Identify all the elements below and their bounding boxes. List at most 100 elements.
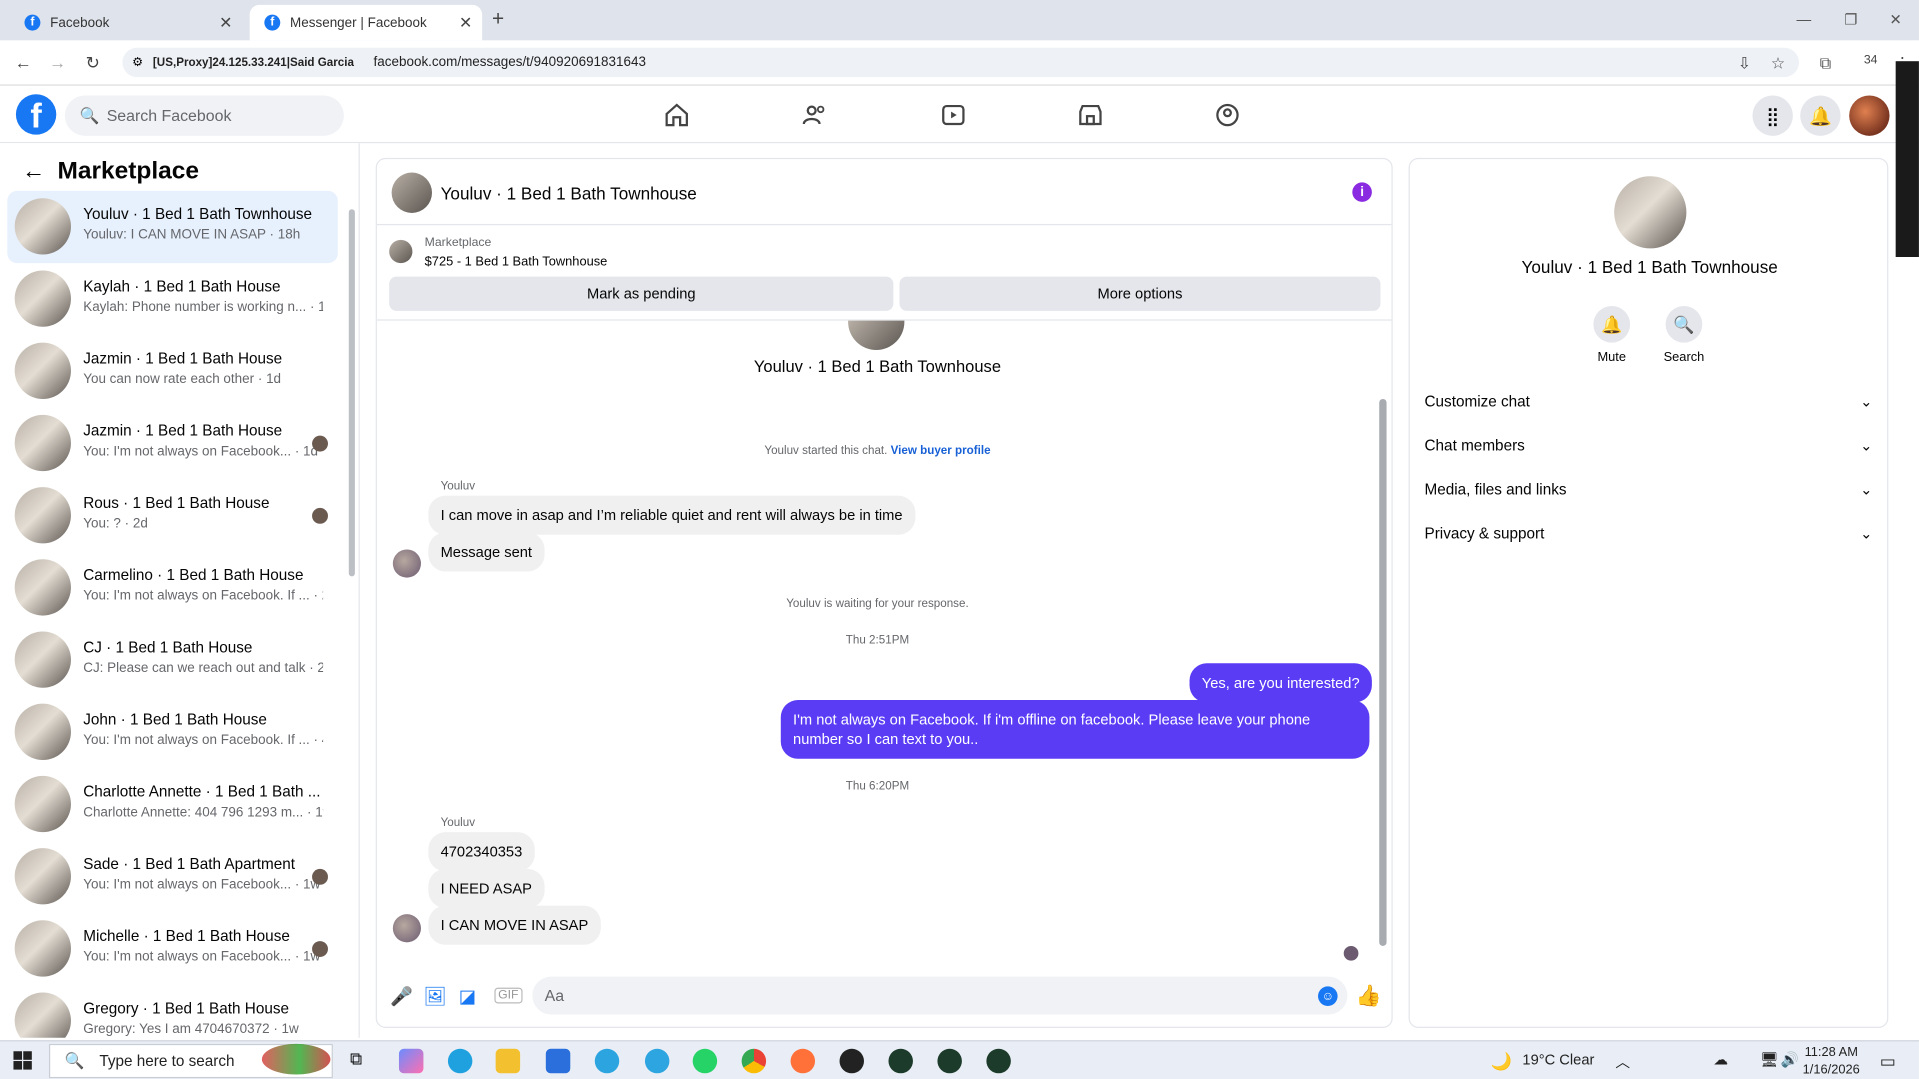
site-settings-icon[interactable]: ⚙ xyxy=(132,56,143,69)
conversation-item[interactable]: John · 1 Bed 1 Bath House You: I'm not al… xyxy=(7,696,337,768)
attach-photo-icon[interactable]: 🖼 xyxy=(423,985,446,1007)
chrome-icon[interactable] xyxy=(741,1048,767,1074)
firefox-icon[interactable] xyxy=(790,1048,816,1074)
reload-icon[interactable]: ↻ xyxy=(86,53,100,74)
close-tab-icon[interactable]: ✕ xyxy=(459,13,472,33)
privacy-support-row[interactable]: Privacy & support ⌄ xyxy=(1425,512,1875,556)
info-icon[interactable]: i xyxy=(1352,182,1372,202)
customize-chat-row[interactable]: Customize chat ⌄ xyxy=(1425,379,1875,423)
listing-price[interactable]: $725 - 1 Bed 1 Bath Townhouse xyxy=(425,255,608,270)
app-icon[interactable] xyxy=(937,1048,962,1074)
chevron-down-icon: ⌄ xyxy=(1860,392,1873,410)
incoming-message[interactable]: I CAN MOVE IN ASAP xyxy=(428,905,601,945)
media-files-links-row[interactable]: Media, files and links ⌄ xyxy=(1425,467,1875,511)
network-icon[interactable]: 🖥 xyxy=(1760,1051,1779,1068)
whatsapp-icon[interactable] xyxy=(692,1048,718,1074)
conversation-item[interactable]: Gregory · 1 Bed 1 Bath House Gregory: Yes… xyxy=(7,985,337,1038)
minimize-icon[interactable]: — xyxy=(1797,11,1812,28)
app-icon[interactable] xyxy=(888,1048,913,1074)
microphone-icon[interactable]: 🎤 xyxy=(390,985,413,1007)
omnibox[interactable]: ⚙ [US,Proxy]24.125.33.241|Said Garcia fa… xyxy=(122,47,1799,78)
video-icon[interactable] xyxy=(940,102,967,129)
chat-avatar[interactable] xyxy=(391,172,433,213)
mute-button[interactable]: 🔔 Mute xyxy=(1575,305,1648,365)
conversation-item[interactable]: Rous · 1 Bed 1 Bath House You: ? · 2d xyxy=(7,480,337,552)
menu-grid-icon[interactable]: ⣿ xyxy=(1752,95,1793,136)
screen: f Facebook ✕ f Messenger | Facebook ✕ + … xyxy=(0,0,1919,1079)
windows-start-icon[interactable] xyxy=(13,1051,32,1070)
outlook-icon[interactable] xyxy=(545,1048,571,1074)
gif-icon[interactable]: GIF xyxy=(494,987,523,1004)
conversation-item[interactable]: Jazmin · 1 Bed 1 Bath House You: I'm not … xyxy=(7,408,337,480)
telegram-icon[interactable] xyxy=(644,1048,670,1074)
close-window-icon[interactable]: ✕ xyxy=(1890,11,1902,28)
sticker-icon[interactable]: ◪ xyxy=(459,985,476,1007)
chat-scrollbar[interactable] xyxy=(1379,398,1387,946)
tab-search-icon[interactable]: ⧉ xyxy=(1820,54,1831,74)
facebook-search[interactable]: 🔍 Search Facebook xyxy=(64,95,344,136)
app-icon[interactable] xyxy=(839,1048,865,1074)
task-view-icon[interactable]: ⧉ xyxy=(350,1049,374,1073)
bookmark-star-icon[interactable]: ☆ xyxy=(1771,54,1785,74)
outgoing-message[interactable]: I'm not always on Facebook. If i'm offli… xyxy=(780,700,1370,759)
sidebar-scrollbar[interactable] xyxy=(348,209,355,577)
app-icon[interactable] xyxy=(594,1048,620,1074)
marketplace-icon[interactable] xyxy=(1077,102,1104,129)
search-icon: 🔍 xyxy=(79,105,100,125)
new-tab-icon[interactable]: + xyxy=(492,7,504,31)
taskbar-clock[interactable]: 11:28 AM 1/16/2026 xyxy=(1803,1044,1860,1078)
incoming-message[interactable]: 4702340353 xyxy=(428,832,535,872)
url-text[interactable]: facebook.com/messages/t/940920691831643 xyxy=(374,55,646,70)
restore-icon[interactable]: ❐ xyxy=(1844,11,1857,28)
conversation-item[interactable]: Youluv · 1 Bed 1 Bath Townhouse Youluv: I… xyxy=(7,190,338,264)
outgoing-message[interactable]: Yes, are you interested? xyxy=(1189,663,1372,703)
install-app-icon[interactable]: ⇩ xyxy=(1738,54,1751,74)
forward-icon[interactable]: → xyxy=(49,53,66,73)
onedrive-icon[interactable]: ☁ xyxy=(1713,1051,1728,1068)
home-icon[interactable] xyxy=(663,102,690,129)
conversation-item[interactable]: Charlotte Annette · 1 Bed 1 Bath ... Char… xyxy=(7,769,337,841)
tab-facebook[interactable]: f Facebook ✕ xyxy=(10,5,243,40)
back-arrow-icon[interactable]: ← xyxy=(22,158,45,185)
sender-avatar xyxy=(392,914,421,943)
search-button[interactable]: 🔍 Search xyxy=(1647,305,1720,365)
tab-messenger[interactable]: f Messenger | Facebook ✕ xyxy=(249,4,483,41)
mark-as-pending-button[interactable]: Mark as pending xyxy=(389,276,894,311)
notification-center-icon[interactable]: ▭ xyxy=(1880,1051,1896,1072)
conversation-item[interactable]: Kaylah · 1 Bed 1 Bath House Kaylah: Phone… xyxy=(7,263,337,335)
conversation-preview: Gregory: Yes I am 4704670372 · 1w xyxy=(83,1021,299,1037)
volume-icon[interactable]: 🔊 xyxy=(1781,1051,1799,1068)
incoming-message[interactable]: I NEED ASAP xyxy=(428,868,545,909)
conversation-item[interactable]: Sade · 1 Bed 1 Bath Apartment You: I'm no… xyxy=(7,841,337,913)
notifications-bell-icon[interactable]: 🔔 xyxy=(1800,95,1841,136)
incoming-message[interactable]: I can move in asap and I’m reliable quie… xyxy=(428,495,915,535)
profile-avatar[interactable] xyxy=(1849,95,1890,136)
friends-icon[interactable] xyxy=(802,102,829,129)
chat-members-row[interactable]: Chat members ⌄ xyxy=(1425,423,1875,467)
close-tab-icon[interactable]: ✕ xyxy=(219,13,232,33)
contact-avatar[interactable] xyxy=(1614,176,1687,249)
edge-icon[interactable] xyxy=(447,1048,473,1074)
chat-title[interactable]: Youluv · 1 Bed 1 Bath Townhouse xyxy=(441,184,697,204)
emoji-icon[interactable]: ☺ xyxy=(1318,986,1338,1006)
conversation-item[interactable]: Carmelino · 1 Bed 1 Bath House You: I'm n… xyxy=(7,552,337,624)
listing-thumbnail[interactable] xyxy=(389,239,413,264)
weather-icon[interactable]: 🌙 xyxy=(1491,1051,1512,1072)
like-thumb-icon[interactable]: 👍 xyxy=(1356,984,1382,1008)
more-options-button[interactable]: More options xyxy=(899,276,1381,311)
conversation-item[interactable]: Michelle · 1 Bed 1 Bath House You: I'm no… xyxy=(7,913,337,985)
message-input[interactable]: Aa ☺ xyxy=(532,976,1348,1015)
incoming-message[interactable]: Message sent xyxy=(428,532,545,572)
groups-icon[interactable] xyxy=(1214,102,1241,129)
file-explorer-icon[interactable] xyxy=(495,1048,521,1074)
tray-chevron-icon[interactable]: ︿ xyxy=(1615,1051,1630,1072)
weather-text[interactable]: 19°C Clear xyxy=(1522,1051,1594,1068)
extension-count[interactable]: 34 xyxy=(1864,54,1878,67)
back-icon[interactable]: ← xyxy=(15,53,32,73)
app-icon[interactable] xyxy=(986,1048,1011,1074)
copilot-icon[interactable] xyxy=(398,1048,424,1074)
view-buyer-profile-link[interactable]: View buyer profile xyxy=(891,444,991,457)
conversation-item[interactable]: Jazmin · 1 Bed 1 Bath House You can now r… xyxy=(7,335,337,407)
conversation-item[interactable]: CJ · 1 Bed 1 Bath House CJ: Please can we… xyxy=(7,624,337,696)
facebook-logo-icon[interactable]: f xyxy=(15,94,57,135)
